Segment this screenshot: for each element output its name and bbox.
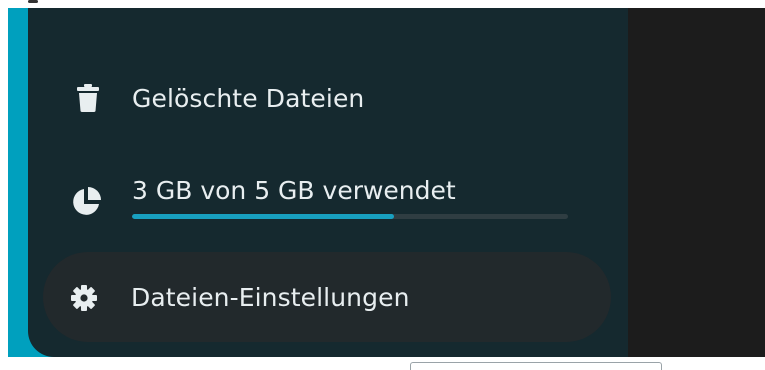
- left-edge: [0, 8, 8, 357]
- storage-progress-fill: [132, 214, 394, 219]
- sidebar-item-deleted-files[interactable]: Gelöschte Dateien: [44, 72, 604, 126]
- pie-chart-icon: [71, 187, 101, 221]
- top-edge-mark: [28, 0, 38, 3]
- sidebar-item-label: Dateien-Einstellungen: [131, 283, 410, 312]
- sidebar-item-file-settings[interactable]: Dateien-Einstellungen: [43, 252, 611, 342]
- content-area: [622, 8, 765, 357]
- storage-usage[interactable]: 3 GB von 5 GB verwendet: [44, 168, 604, 228]
- top-strip: [0, 0, 765, 8]
- gear-icon: [71, 285, 97, 317]
- sidebar-item-label: Gelöschte Dateien: [132, 84, 365, 113]
- trash-icon: [77, 84, 99, 118]
- storage-usage-label: 3 GB von 5 GB verwendet: [132, 176, 456, 205]
- storage-progress-bar: [132, 214, 568, 219]
